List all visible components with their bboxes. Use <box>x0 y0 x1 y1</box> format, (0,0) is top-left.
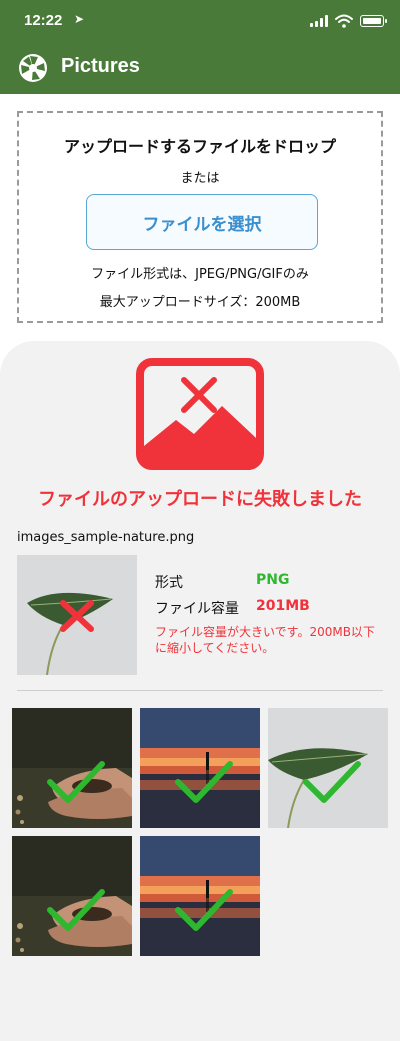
status-bar: 12:22 ➤ <box>0 0 400 40</box>
cellular-signal-icon <box>310 15 328 27</box>
error-message: ファイル容量が大きいです。200MB以下に縮小してください。 <box>155 625 375 655</box>
format-value: PNG <box>256 572 290 588</box>
file-format-note: ファイル形式は、JPEG/PNG/GIFのみ <box>91 267 309 282</box>
select-file-button[interactable]: ファイルを選択 <box>86 194 318 250</box>
gallery-image-sunset[interactable] <box>140 836 260 956</box>
drop-zone-or-text: または <box>180 171 220 186</box>
app-title: Pictures <box>61 55 140 77</box>
wifi-icon <box>335 14 353 28</box>
gallery-image-hands-soil[interactable] <box>12 708 132 828</box>
file-name: images_sample-nature.png <box>17 530 195 545</box>
upload-error-title: ファイルのアップロードに失敗しました <box>38 489 362 510</box>
file-size-value: 201MB <box>256 598 310 614</box>
upload-result-panel: ファイルのアップロードに失敗しました images_sample-nature.… <box>0 341 400 1041</box>
gallery-image-leaf[interactable] <box>268 708 388 828</box>
app-header: 12:22 ➤ Pictures <box>0 0 400 94</box>
divider <box>17 690 383 691</box>
camera-aperture-icon <box>19 54 47 82</box>
drop-zone-title: アップロードするファイルをドロップ <box>63 137 336 156</box>
gallery-image-sunset[interactable] <box>140 708 260 828</box>
gallery-image-hands-soil[interactable] <box>12 836 132 956</box>
failed-image-thumbnail <box>17 555 137 676</box>
format-label: 形式 <box>155 575 183 591</box>
location-arrow-icon: ➤ <box>74 12 85 26</box>
max-size-note: 最大アップロードサイズ：200MB <box>99 295 301 310</box>
image-error-icon <box>136 358 264 470</box>
status-time: 12:22 <box>24 12 63 29</box>
file-drop-zone[interactable]: アップロードするファイルをドロップ または ファイルを選択 ファイル形式は、JP… <box>17 111 383 323</box>
battery-icon <box>360 15 387 27</box>
file-size-label: ファイル容量 <box>155 601 239 617</box>
